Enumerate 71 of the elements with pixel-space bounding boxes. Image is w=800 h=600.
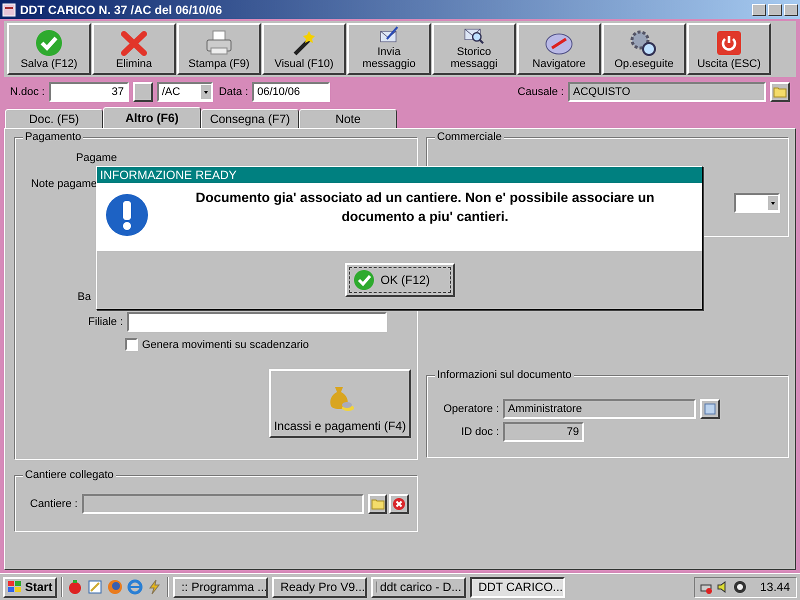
dialog-title: INFORMAZIONE READY <box>97 167 702 183</box>
tab[interactable]: Note <box>299 109 397 128</box>
field-label: Ba <box>78 291 91 303</box>
group-title: Commerciale <box>435 131 504 143</box>
remove-button[interactable] <box>389 494 409 514</box>
tab[interactable]: Altro (F6) <box>103 107 201 128</box>
taskbar-button[interactable]: Ready Pro V9... <box>272 576 368 598</box>
browser-icon[interactable] <box>107 579 124 595</box>
field-label: Data : <box>218 86 248 98</box>
maximize-button[interactable] <box>768 4 782 16</box>
group-title: Pagamento <box>23 131 84 143</box>
toolbar-button[interactable]: Elimina <box>92 23 176 75</box>
strawberry-icon[interactable] <box>67 579 84 595</box>
operatore-field[interactable]: Amministratore <box>503 399 696 419</box>
toolbar-button[interactable]: Op.eseguite <box>602 23 686 75</box>
toolbar-button[interactable]: Visual (F10) <box>262 23 346 75</box>
folder-icon <box>370 498 385 510</box>
group-title: Cantiere collegato <box>23 469 116 481</box>
ok-button[interactable]: OK (F12) <box>344 263 454 297</box>
power-icon <box>714 28 744 58</box>
lookup-button[interactable] <box>700 399 720 419</box>
close-button[interactable] <box>784 4 798 16</box>
delete-icon <box>392 497 406 511</box>
cantiere-field[interactable] <box>82 494 364 514</box>
exclamation-icon <box>105 193 149 237</box>
field-label: ID doc : <box>461 426 499 438</box>
field-label: N.doc : <box>10 86 45 98</box>
field-label: Cantiere : <box>30 498 78 510</box>
tab[interactable]: Doc. (F5) <box>5 109 103 128</box>
clock: 13.44 <box>760 580 790 594</box>
toolbar-button[interactable]: Salva (F12) <box>7 23 91 75</box>
input-field[interactable]: 37 <box>48 82 129 102</box>
taskbar-button[interactable]: :: Programma ... <box>173 576 268 598</box>
notepad-icon[interactable] <box>87 579 104 595</box>
small-button[interactable] <box>132 82 153 102</box>
folder-icon <box>773 86 787 98</box>
date-field[interactable]: 06/10/06 <box>252 82 330 102</box>
gears-icon <box>629 28 659 58</box>
check-icon <box>34 28 64 58</box>
field-label: Operatore : <box>443 403 499 415</box>
toolbar-button[interactable]: Storico messaggi <box>432 23 516 75</box>
dialog-message: Documento gia' associato ad un cantiere. Non e' possibile associare un documento a piu' cantieri. <box>194 189 656 226</box>
toolbar-button[interactable]: Invia messaggio <box>347 23 431 75</box>
browse-button[interactable] <box>368 494 388 514</box>
field-label: Note pagame <box>30 178 97 190</box>
field-label: Causale : <box>518 86 564 98</box>
input-field[interactable] <box>127 312 387 332</box>
close-icon <box>119 28 149 58</box>
window-title: DDT CARICO N. 37 /AC del 06/10/06 <box>20 2 222 16</box>
taskbar-button[interactable]: ddt carico - D... <box>371 576 466 598</box>
window-icon <box>704 403 716 415</box>
check-icon <box>352 269 374 291</box>
windows-logo-icon <box>8 581 22 593</box>
causale-field[interactable]: ACQUISTO <box>568 82 766 102</box>
toolbar-button[interactable]: Navigatore <box>517 23 601 75</box>
taskbar-button[interactable]: DDT CARICO... <box>470 576 566 598</box>
start-button[interactable]: Start <box>3 576 58 598</box>
toolbar-button[interactable]: Stampa (F9) <box>177 23 261 75</box>
minimize-button[interactable] <box>752 4 766 16</box>
toolbar-button[interactable]: Uscita (ESC) <box>687 23 771 75</box>
browse-button[interactable] <box>770 82 790 102</box>
id-field[interactable]: 79 <box>503 422 584 442</box>
checkbox[interactable] <box>125 338 138 351</box>
dropdown[interactable] <box>734 193 780 213</box>
checkbox-label: Genera movimenti su scadenzario <box>142 338 309 350</box>
tab[interactable]: Consegna (F7) <box>201 109 299 128</box>
field-label: Pagame <box>76 152 117 164</box>
dropdown[interactable]: /AC <box>156 82 213 102</box>
field-label: Filiale : <box>88 316 123 328</box>
group-title: Informazioni sul documento <box>435 369 574 381</box>
payments-button[interactable]: Incassi e pagamenti (F4) <box>269 369 411 438</box>
